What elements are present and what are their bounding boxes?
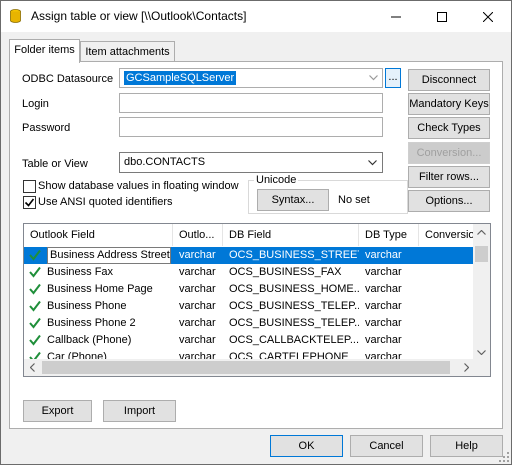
cell-outlook-field: Business Fax	[47, 266, 114, 278]
cell-db-type: varchar	[365, 266, 402, 278]
unicode-status: No set	[338, 194, 370, 206]
options-button[interactable]: Options...	[408, 190, 490, 212]
close-icon	[483, 11, 493, 22]
cell-db-field: OCS_BUSINESS_TELEP...	[229, 300, 359, 312]
table-row[interactable]: Business Phone 2 varchar OCS_BUSINESS_TELE…	[24, 315, 474, 332]
vertical-scroll-thumb[interactable]	[475, 246, 488, 262]
cell-db-field: OCS_BUSINESS_HOME...	[229, 283, 359, 295]
cell-db-field: OCS_CALLBACKTELEP...	[229, 334, 359, 346]
cell-db-type: varchar	[365, 334, 402, 346]
cell-outlook-type: varchar	[179, 266, 216, 278]
cell-outlook-type: varchar	[179, 317, 216, 329]
cell-db-field: OCS_BUSINESS_FAX	[229, 266, 342, 278]
minimize-button[interactable]	[373, 1, 419, 32]
close-button[interactable]	[465, 1, 511, 32]
cancel-button[interactable]: Cancel	[350, 435, 423, 457]
check-icon	[29, 300, 41, 312]
disconnect-button[interactable]: Disconnect	[408, 69, 490, 91]
chevron-down-icon	[369, 75, 378, 81]
conversion-button[interactable]: Conversion...	[408, 142, 490, 164]
help-button[interactable]: Help	[430, 435, 503, 457]
column-header-outlook-field[interactable]: Outlook Field	[24, 224, 173, 246]
show-db-values-label: Show database values in floating window	[38, 180, 239, 192]
cell-db-type: varchar	[365, 283, 402, 295]
check-icon	[29, 249, 41, 261]
scroll-up-icon[interactable]	[477, 230, 486, 235]
odbc-datasource-label: ODBC Datasource	[22, 73, 114, 85]
cell-outlook-type: varchar	[179, 300, 216, 312]
table-row[interactable]: Business Address Street varchar OCS_BUSINE…	[24, 247, 474, 264]
cell-outlook-field: Business Phone	[47, 300, 127, 312]
checkmark-icon	[24, 198, 35, 207]
table-row[interactable]: Business Home Page varchar OCS_BUSINESS_HO…	[24, 281, 474, 298]
check-icon	[29, 317, 41, 329]
cell-outlook-type: varchar	[179, 283, 216, 295]
scroll-right-icon[interactable]	[464, 363, 469, 372]
odbc-datasource-combo[interactable]: GCSampleSQLServer	[119, 68, 383, 88]
cell-db-type: varchar	[365, 249, 402, 261]
column-header-db-field[interactable]: DB Field	[223, 224, 359, 246]
export-button[interactable]: Export	[23, 400, 92, 422]
column-header-conversion[interactable]: Conversio	[419, 224, 475, 246]
ansi-quoted-label: Use ANSI quoted identifiers	[38, 196, 173, 208]
scroll-corner	[473, 359, 490, 376]
password-field[interactable]	[119, 117, 383, 137]
resize-grip-icon[interactable]	[498, 451, 510, 463]
odbc-datasource-value: GCSampleSQLServer	[124, 71, 237, 85]
scroll-left-icon[interactable]	[30, 363, 35, 372]
syntax-button[interactable]: Syntax...	[257, 189, 329, 211]
cell-outlook-type: varchar	[179, 334, 216, 346]
cell-outlook-field: Business Phone 2	[47, 317, 136, 329]
maximize-button[interactable]	[419, 1, 465, 32]
cell-db-field: OCS_BUSINESS_TELEP...	[229, 317, 359, 329]
table-or-view-value: dbo.CONTACTS	[124, 156, 206, 168]
horizontal-scroll-thumb[interactable]	[42, 361, 450, 374]
unicode-group-label: Unicode	[254, 174, 299, 186]
table-row[interactable]: Callback (Phone) varchar OCS_CALLBACKTELEP…	[24, 332, 474, 349]
cell-outlook-type: varchar	[179, 249, 216, 261]
horizontal-scrollbar[interactable]	[24, 359, 475, 376]
tab-folder-items[interactable]: Folder items	[9, 39, 80, 63]
chevron-down-icon	[368, 160, 377, 166]
assign-table-dialog: Assign table or view [\\Outlook\Contacts…	[0, 0, 512, 465]
table-or-view-label: Table or View	[22, 158, 88, 170]
import-button[interactable]: Import	[103, 400, 176, 422]
login-field[interactable]	[119, 93, 383, 113]
show-db-values-checkbox[interactable]	[23, 180, 36, 193]
cell-outlook-field: Callback (Phone)	[47, 334, 132, 346]
column-header-outlook-type[interactable]: Outlo...	[173, 224, 223, 246]
check-types-button[interactable]: Check Types	[408, 117, 490, 139]
check-icon	[29, 266, 41, 278]
table-or-view-combo[interactable]: dbo.CONTACTS	[119, 152, 383, 173]
ansi-quoted-checkbox[interactable]	[23, 196, 36, 209]
title-bar: Assign table or view [\\Outlook\Contacts…	[1, 1, 511, 32]
column-header-db-type[interactable]: DB Type	[359, 224, 419, 246]
table-row[interactable]: Business Fax varchar OCS_BUSINESS_FAX varch…	[24, 264, 474, 281]
scroll-down-icon[interactable]	[477, 350, 486, 355]
mandatory-keys-button[interactable]: Mandatory Keys	[408, 93, 490, 115]
cell-db-type: varchar	[365, 317, 402, 329]
cell-db-type: varchar	[365, 300, 402, 312]
filter-rows-button[interactable]: Filter rows...	[408, 166, 490, 188]
database-cylinder-icon	[10, 9, 21, 23]
vertical-scrollbar[interactable]	[473, 224, 490, 361]
check-icon	[29, 283, 41, 295]
cell-db-field: OCS_BUSINESS_STREET	[229, 249, 359, 261]
tab-item-attachments[interactable]: Item attachments	[80, 41, 175, 63]
cell-outlook-field[interactable]: Business Address Street	[47, 247, 171, 264]
maximize-icon	[437, 11, 447, 22]
minimize-icon	[391, 16, 401, 17]
browse-datasource-button[interactable]: ...	[385, 68, 401, 88]
login-label: Login	[22, 98, 49, 110]
cell-outlook-field: Business Home Page	[47, 283, 153, 295]
password-label: Password	[22, 122, 71, 134]
field-mapping-grid[interactable]: Outlook Field Outlo... DB Field DB Type …	[23, 223, 491, 377]
ok-button[interactable]: OK	[270, 435, 343, 457]
check-icon	[29, 334, 41, 346]
window-title: Assign table or view [\\Outlook\Contacts…	[31, 9, 247, 23]
table-row[interactable]: Business Phone varchar OCS_BUSINESS_TELEP.…	[24, 298, 474, 315]
